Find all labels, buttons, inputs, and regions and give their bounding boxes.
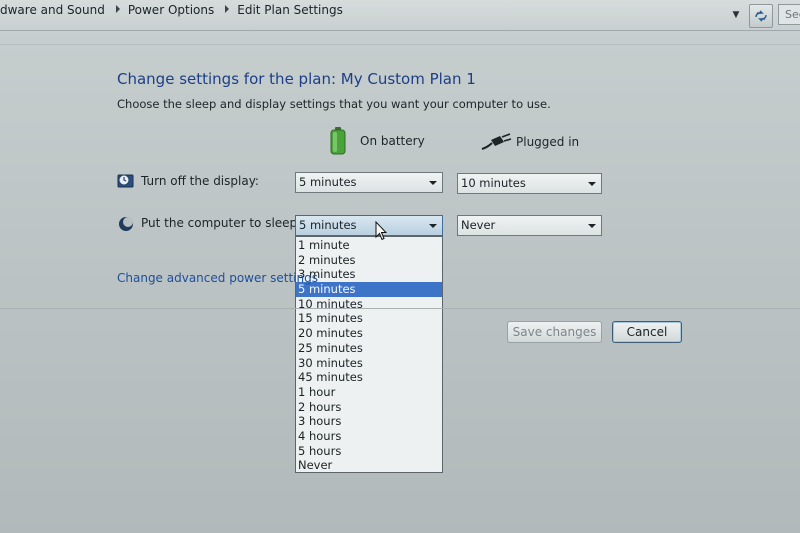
chevron-right-icon[interactable] — [225, 5, 230, 13]
toolbar-divider — [0, 44, 800, 45]
dropdown-option[interactable]: 25 minutes — [296, 341, 442, 356]
dropdown-option[interactable]: 20 minutes — [296, 326, 442, 341]
display-on-battery-value: 5 minutes — [299, 175, 357, 189]
dropdown-option[interactable]: 1 minute — [296, 238, 442, 253]
address-bar: dware and Sound Power Options Edit Plan Se… — [0, 0, 800, 31]
save-changes-button[interactable]: Save changes — [507, 321, 602, 343]
dropdown-option[interactable]: 10 minutes — [296, 297, 442, 312]
refresh-button[interactable] — [749, 4, 773, 28]
chevron-right-icon[interactable] — [115, 5, 120, 13]
dropdown-option[interactable]: 45 minutes — [296, 370, 442, 385]
mouse-cursor-icon — [375, 221, 387, 241]
on-battery-label: On battery — [360, 134, 425, 148]
chevron-down-icon — [588, 224, 596, 228]
dropdown-option[interactable]: 2 hours — [296, 400, 442, 415]
address-dropdown-icon[interactable]: ▼ — [731, 10, 741, 20]
chevron-down-icon — [429, 181, 437, 185]
dropdown-option[interactable]: 1 hour — [296, 385, 442, 400]
sleep-moon-icon — [119, 217, 133, 231]
display-plugged-in-value: 10 minutes — [461, 176, 526, 190]
cancel-button[interactable]: Cancel — [612, 321, 682, 343]
battery-icon — [330, 127, 346, 155]
sleep-on-battery-select[interactable]: 5 minutes — [295, 215, 443, 236]
sleep-row-label: Put the computer to sleep: — [141, 216, 302, 230]
breadcrumb-power-options[interactable]: Power Options — [128, 0, 214, 20]
advanced-power-settings-link[interactable]: Change advanced power settings — [117, 271, 318, 285]
dropdown-option[interactable]: 3 hours — [296, 414, 442, 429]
dropdown-option[interactable]: 15 minutes — [296, 311, 442, 326]
display-on-battery-select[interactable]: 5 minutes — [295, 172, 443, 193]
section-divider — [0, 308, 800, 309]
plugged-in-label: Plugged in — [516, 135, 580, 149]
breadcrumb-edit-plan-settings[interactable]: Edit Plan Settings — [237, 0, 343, 20]
sleep-plugged-in-value: Never — [461, 218, 496, 232]
sleep-on-battery-value: 5 minutes — [299, 218, 357, 232]
refresh-icon — [755, 10, 767, 22]
dropdown-option[interactable]: 4 hours — [296, 429, 442, 444]
dropdown-option[interactable]: 5 hours — [296, 444, 442, 459]
dropdown-option[interactable]: 30 minutes — [296, 356, 442, 371]
chevron-down-icon — [588, 182, 596, 186]
chevron-down-icon — [429, 224, 437, 228]
page-subtitle: Choose the sleep and display settings th… — [117, 97, 551, 111]
display-clock-icon — [117, 174, 134, 188]
page-title: Change settings for the plan: My Custom … — [117, 70, 476, 88]
breadcrumb: dware and Sound Power Options Edit Plan Se… — [0, 0, 752, 28]
breadcrumb-hardware-and-sound[interactable]: dware and Sound — [0, 0, 105, 20]
display-row-label: Turn off the display: — [141, 174, 259, 188]
search-input[interactable]: Sec — [778, 4, 800, 25]
plug-icon — [481, 133, 512, 150]
sleep-plugged-in-select[interactable]: Never — [457, 215, 602, 236]
dropdown-option[interactable]: 2 minutes — [296, 253, 442, 268]
dropdown-option[interactable]: Never — [296, 458, 442, 473]
display-plugged-in-select[interactable]: 10 minutes — [457, 173, 602, 194]
